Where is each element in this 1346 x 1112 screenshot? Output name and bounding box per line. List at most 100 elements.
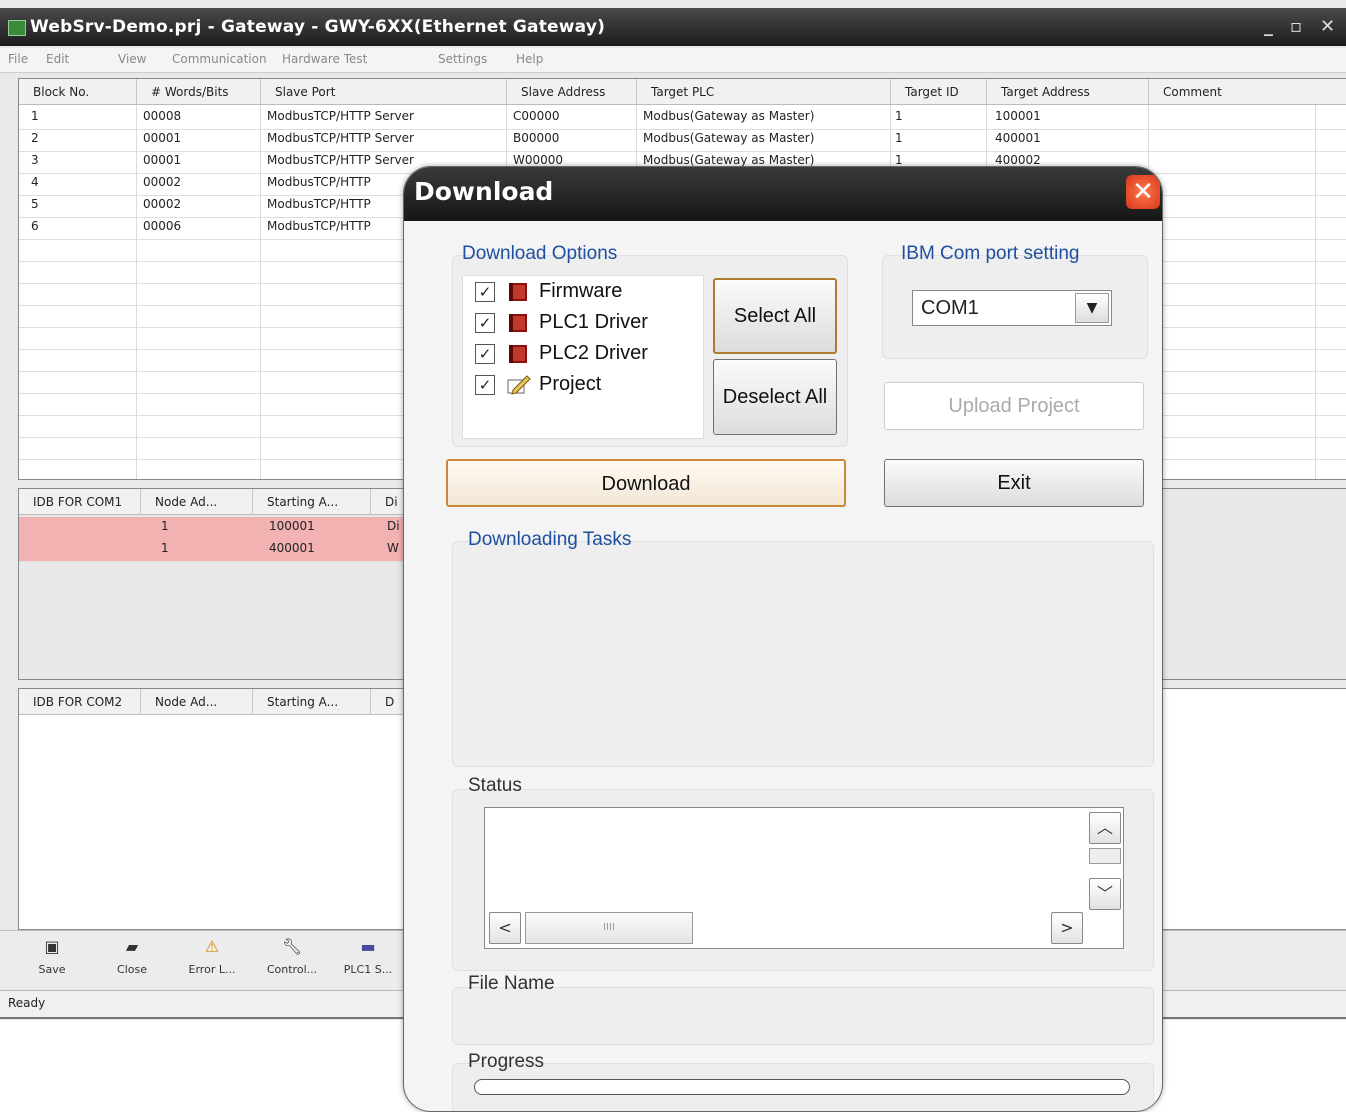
table-row[interactable]: 1 00008 ModbusTCP/HTTP Server C00000 Mod… [19,107,1346,130]
book-icon [509,345,527,363]
menu-edit[interactable]: Edit [46,52,69,66]
downloading-tasks-group [452,541,1154,767]
project-checkbox[interactable]: ✓ [475,375,495,395]
status-textarea[interactable]: ︿ ﹀ < IIII > [484,807,1124,949]
save-label: Save [38,963,66,976]
menu-view[interactable]: View [118,52,146,66]
cell-target-id: 1 [895,109,903,123]
book-icon [509,283,527,301]
cell-start: 400001 [269,541,315,555]
menu-settings[interactable]: Settings [438,52,487,66]
title-bar: WebSrv-Demo.prj - Gateway - GWY-6XX(Ethe… [0,8,1346,46]
downloading-tasks-label: Downloading Tasks [468,529,632,550]
save-icon: ▣ [44,937,60,956]
table-row[interactable]: 1 400001 W [19,539,419,562]
cell-target-plc: Modbus(Gateway as Master) [643,131,815,145]
project-label: Project [539,373,602,395]
progress-bar [474,1079,1130,1095]
table-row[interactable]: 2 00001 ModbusTCP/HTTP Server B00000 Mod… [19,129,1346,152]
dialog-close-button[interactable]: ✕ [1126,175,1160,209]
firmware-label: Firmware [539,280,623,302]
col-starting-address[interactable]: Starting A... [253,689,371,715]
com-port-select[interactable]: COM1 ▼ [912,290,1112,326]
col-idb-com1[interactable]: IDB FOR COM1 [19,489,141,515]
horizontal-scroll-thumb[interactable]: IIII [525,912,693,944]
menu-hardware-test[interactable]: Hardware Test [282,52,367,66]
chevron-down-icon[interactable]: ▼ [1075,293,1109,323]
cell-slave-address: B00000 [513,131,560,145]
cell-slave-port: ModbusTCP/HTTP [267,175,371,189]
close-button[interactable]: ▰ Close [100,937,164,976]
cell-words: 00002 [143,197,182,211]
col-target-address[interactable]: Target Address [987,79,1149,105]
cell-block-no: 4 [31,175,39,189]
menu-file[interactable]: File [8,52,28,66]
cell-block-no: 6 [31,219,39,233]
close-icon: ▰ [125,937,139,956]
cell-words: 00002 [143,175,182,189]
deselect-all-button[interactable]: Deselect All [713,359,837,435]
pencil-doc-icon [507,375,531,395]
app-icon [8,20,26,36]
firmware-checkbox[interactable]: ✓ [475,282,495,302]
file-name-group [452,987,1154,1045]
scroll-right-button[interactable]: > [1051,912,1083,944]
col-block-no[interactable]: Block No. [19,79,137,105]
menu-communication[interactable]: Communication [172,52,267,66]
cell-words: 00001 [143,153,182,167]
col-idb-com2[interactable]: IDB FOR COM2 [19,689,141,715]
select-all-button[interactable]: Select All [713,278,837,354]
plc1-settings-button[interactable]: ▬ PLC1 S... [336,937,400,976]
maximize-button[interactable]: ▫ [1290,16,1302,37]
col-node-address[interactable]: Node Ad... [141,489,253,515]
cell-node: 1 [161,541,169,555]
col-slave-port[interactable]: Slave Port [261,79,507,105]
download-button[interactable]: Download [446,459,846,507]
scroll-down-button[interactable]: ﹀ [1089,878,1121,910]
cell-slave-port: ModbusTCP/HTTP Server [267,109,414,123]
control-button[interactable]: 🔧︎ Control... [260,937,324,976]
table-row[interactable]: 1 100001 Di [19,517,419,540]
cell-start: 100001 [269,519,315,533]
error-log-label: Error L... [188,963,236,976]
cell-slave-port: ModbusTCP/HTTP [267,197,371,211]
col-words-bits[interactable]: # Words/Bits [137,79,261,105]
dialog-title-bar: Download ✕ [404,167,1162,221]
col-starting-address[interactable]: Starting A... [253,489,371,515]
cell-slave-port: ModbusTCP/HTTP [267,219,371,233]
menu-bar: File Edit View Communication Hardware Te… [0,48,1346,73]
col-target-plc[interactable]: Target PLC [637,79,891,105]
cell-block-no: 5 [31,197,39,211]
cell-type: Di [387,519,400,533]
book-icon [509,314,527,332]
close-label: Close [117,963,147,976]
status-text: Ready [8,996,46,1010]
cell-target-plc: Modbus(Gateway as Master) [643,109,815,123]
cell-words: 00001 [143,131,182,145]
scroll-up-button[interactable]: ︿ [1089,812,1121,844]
cell-type: W [387,541,399,555]
plc2-driver-checkbox[interactable]: ✓ [475,344,495,364]
col-node-address[interactable]: Node Ad... [141,689,253,715]
scroll-left-button[interactable]: < [489,912,521,944]
status-label: Status [468,775,522,796]
cell-node: 1 [161,519,169,533]
close-window-button[interactable]: ✕ [1320,16,1335,37]
cell-target-address: 100001 [995,109,1041,123]
col-slave-address[interactable]: Slave Address [507,79,637,105]
exit-button[interactable]: Exit [884,459,1144,507]
upload-project-button[interactable]: Upload Project [884,382,1144,430]
plc1-driver-checkbox[interactable]: ✓ [475,313,495,333]
cell-words: 00006 [143,219,182,233]
col-target-id[interactable]: Target ID [891,79,987,105]
vertical-scroll-thumb[interactable] [1089,848,1121,864]
minimize-button[interactable]: _ [1264,16,1273,37]
file-name-label: File Name [468,973,555,994]
col-comment[interactable]: Comment [1149,79,1346,105]
menu-help[interactable]: Help [516,52,543,66]
com-port-value: COM1 [921,297,979,319]
cell-slave-address: W00000 [513,153,564,167]
wrench-icon: 🔧︎ [281,937,303,956]
save-button[interactable]: ▣ Save [20,937,84,976]
error-log-button[interactable]: ⚠ Error L... [180,937,244,976]
